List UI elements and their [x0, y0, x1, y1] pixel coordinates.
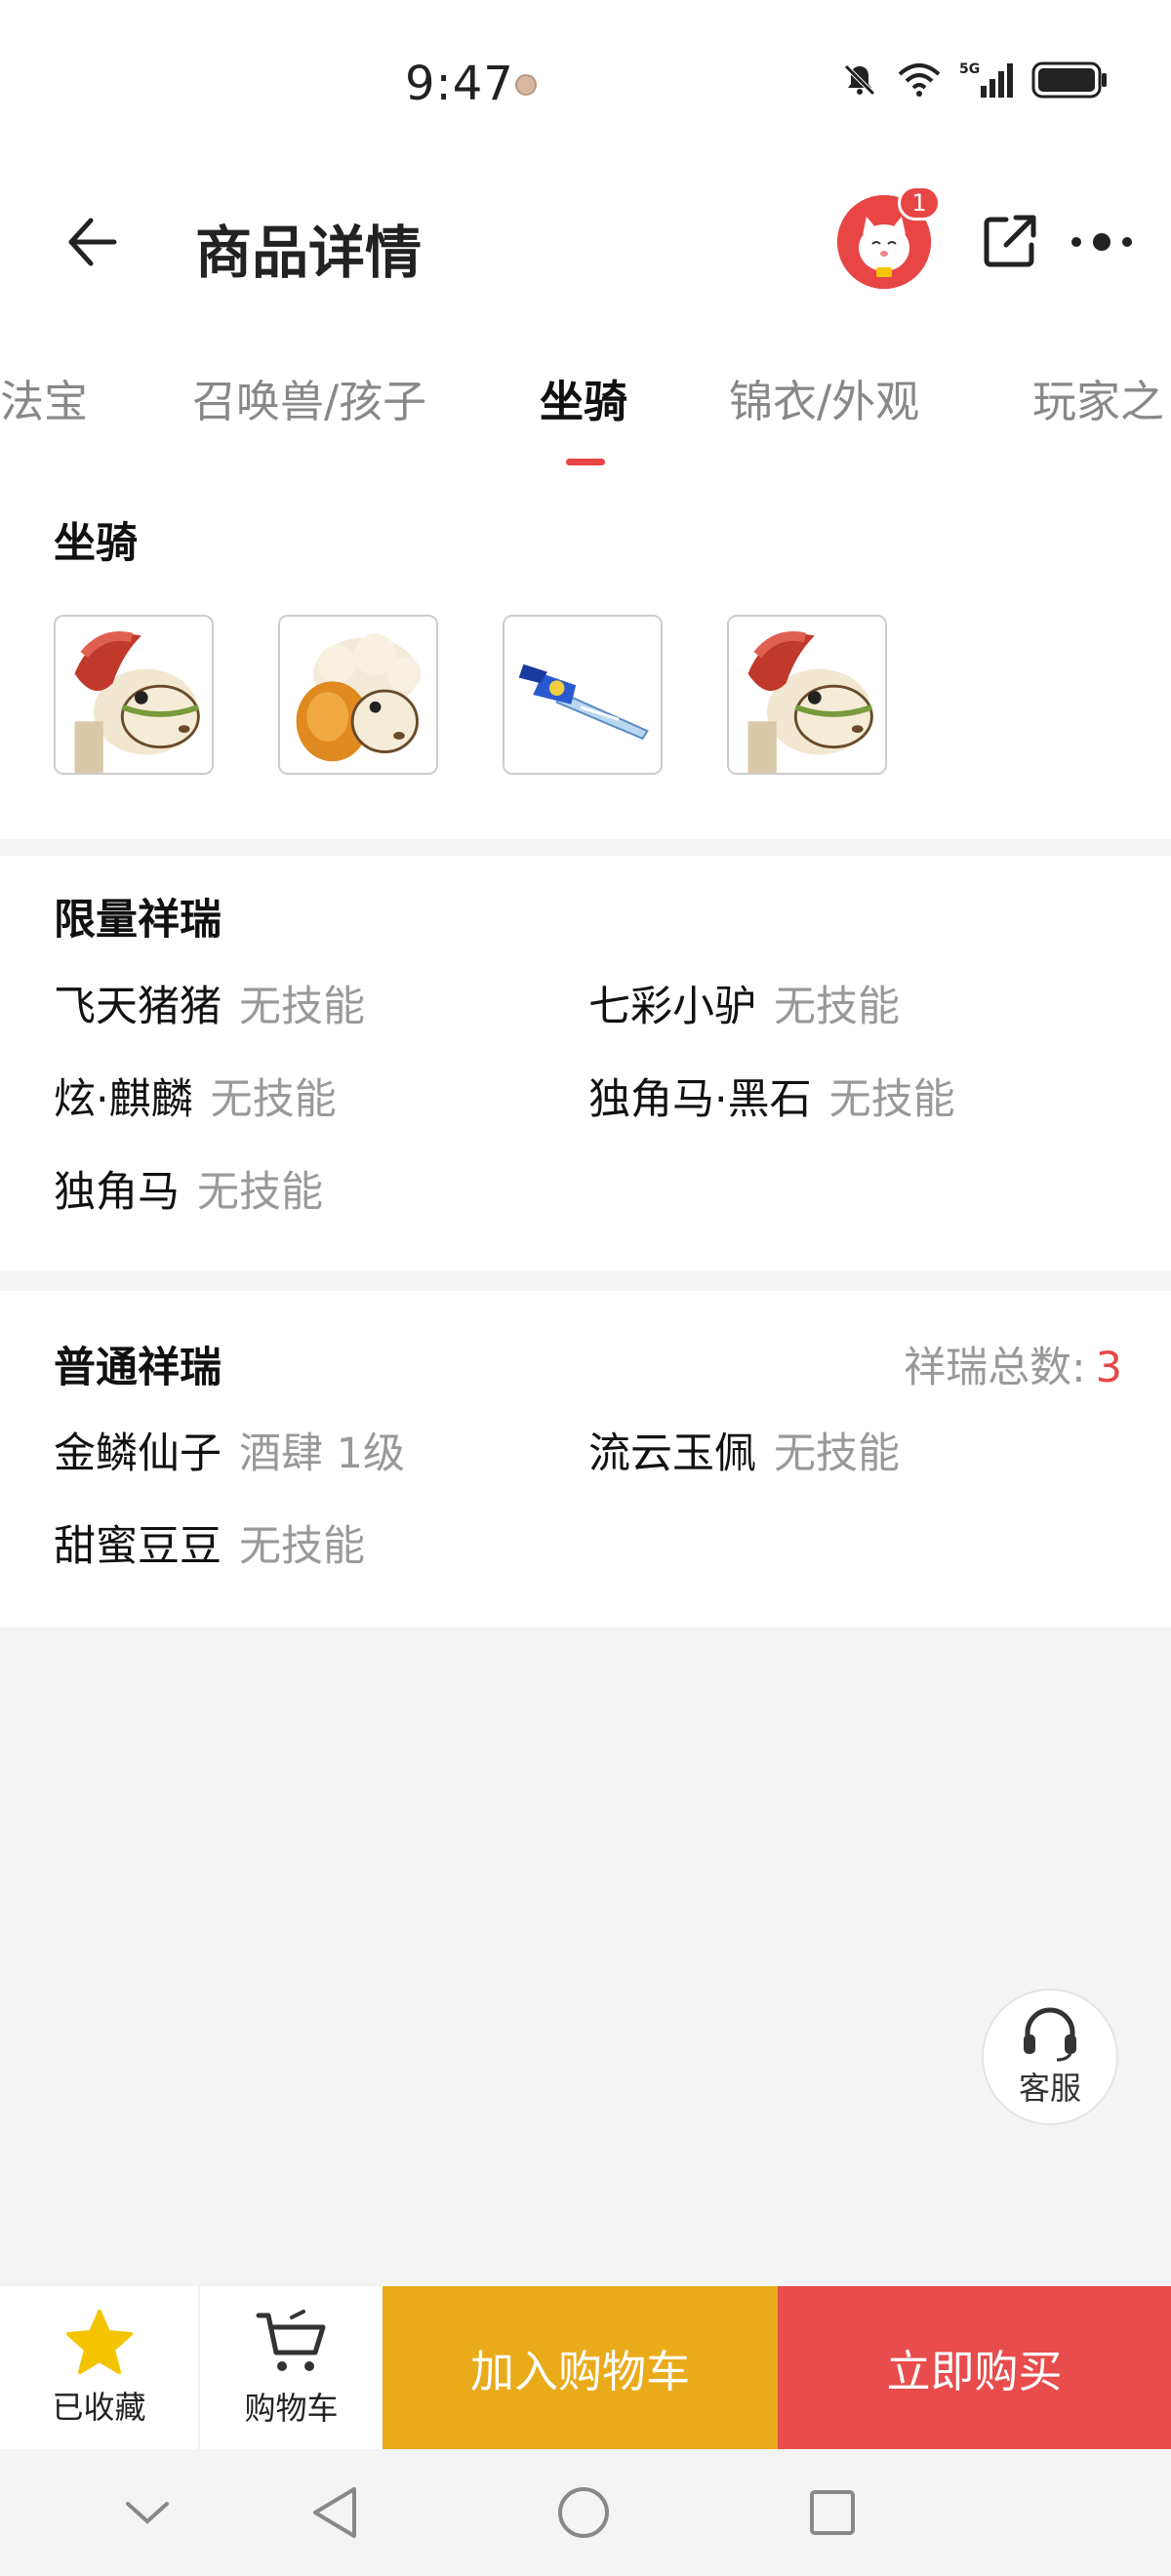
item-skill: 无技能 — [239, 1522, 365, 1571]
item-name: 流云玉佩 — [588, 1429, 756, 1478]
status-icons: 5G — [840, 60, 1108, 100]
mount-thumbnail[interactable] — [54, 615, 214, 775]
wifi-icon — [898, 63, 941, 97]
tab-mount[interactable]: 坐骑 — [540, 366, 627, 429]
normal-section-title: 普通祥瑞 — [54, 1344, 222, 1392]
list-item: 独角马 无技能 — [54, 1158, 323, 1219]
top-app-bar: 商品详情 1 — [0, 171, 1171, 312]
user-avatar[interactable]: 1 — [837, 185, 941, 289]
item-name: 七彩小驴 — [588, 983, 756, 1031]
category-tabs: 法宝 召唤兽/孩子 坐骑 锦衣/外观 玩家之 — [0, 312, 1171, 468]
horse-icon — [56, 617, 212, 773]
item-skill: 无技能 — [774, 983, 900, 1031]
nav-recents-button[interactable] — [800, 2480, 865, 2545]
star-icon — [65, 2309, 133, 2374]
cart-label: 购物车 — [244, 2389, 339, 2427]
item-name: 金鳞仙子 — [54, 1429, 222, 1478]
nav-home-button[interactable] — [551, 2480, 616, 2545]
status-time: 9:47 — [405, 57, 514, 111]
nav-collapse-button[interactable] — [115, 2480, 180, 2545]
list-item: 甜蜜豆豆 无技能 — [54, 1512, 365, 1573]
sword-icon — [505, 617, 661, 773]
customer-service-label: 客服 — [1018, 2070, 1081, 2107]
battery-icon — [1031, 61, 1107, 99]
tab-summon-child[interactable]: 召唤兽/孩子 — [192, 366, 426, 429]
list-item: 炫·麒麟 无技能 — [54, 1066, 337, 1126]
more-dot-icon — [1071, 237, 1081, 247]
shopping-cart-icon — [256, 2309, 325, 2371]
buy-now-button[interactable]: 立即购买 — [778, 2286, 1171, 2449]
share-icon — [984, 215, 1036, 267]
mount-thumbnail[interactable] — [503, 615, 663, 775]
mount-thumbnail[interactable] — [727, 615, 887, 775]
mute-bell-icon — [844, 64, 875, 96]
customer-service-button[interactable]: 客服 — [982, 1989, 1118, 2125]
active-tab-indicator — [566, 459, 605, 465]
horse-icon — [729, 617, 885, 773]
page-title: 商品详情 — [195, 220, 423, 286]
tab-player[interactable]: 玩家之 — [1032, 366, 1164, 429]
item-name: 飞天猪猪 — [54, 983, 222, 1031]
mount-section-title: 坐骑 — [54, 519, 138, 568]
tab-outfit[interactable]: 锦衣/外观 — [729, 366, 919, 429]
arrow-left-icon — [68, 218, 117, 266]
status-bar: 9:47 5G — [0, 0, 1171, 171]
more-button[interactable] — [1071, 224, 1140, 260]
mount-thumbnail[interactable] — [278, 615, 438, 775]
limited-section-title: 限量祥瑞 — [54, 896, 222, 945]
svg-text:5G: 5G — [959, 61, 980, 77]
item-skill: 无技能 — [210, 1075, 337, 1124]
favorite-button[interactable]: 已收藏 — [0, 2286, 198, 2449]
item-name: 炫·麒麟 — [54, 1075, 193, 1124]
item-skill: 酒肆 1级 — [239, 1429, 406, 1478]
tab-fabao[interactable]: 法宝 — [0, 366, 88, 429]
share-button[interactable] — [979, 210, 1041, 272]
notification-dot-icon — [515, 74, 537, 96]
total-count-label: 祥瑞总数: — [904, 1344, 1086, 1392]
signal-5g-icon: 5G — [959, 61, 1013, 98]
favorite-label: 已收藏 — [52, 2388, 146, 2426]
more-dot-icon — [1093, 233, 1110, 251]
bottom-action-bar: 已收藏 购物车 加入购物车 立即购买 — [0, 2286, 1171, 2449]
total-count-value: 3 — [1095, 1344, 1122, 1392]
item-skill: 无技能 — [774, 1429, 900, 1478]
list-item: 独角马·黑石 无技能 — [588, 1066, 955, 1126]
nav-back-button[interactable] — [303, 2480, 367, 2545]
item-name: 独角马 — [54, 1168, 180, 1217]
item-name: 甜蜜豆豆 — [54, 1522, 222, 1571]
system-navigation-bar — [0, 2449, 1171, 2576]
more-dot-icon — [1122, 237, 1132, 247]
chevron-down-icon — [126, 2502, 169, 2524]
back-button[interactable] — [57, 208, 125, 276]
square-recents-icon — [810, 2490, 855, 2535]
cart-button[interactable]: 购物车 — [200, 2286, 383, 2449]
sheep-icon — [280, 617, 436, 773]
total-count: 祥瑞总数: 3 — [904, 1334, 1122, 1394]
headset-icon — [1024, 2007, 1076, 2062]
item-skill: 无技能 — [239, 983, 365, 1031]
list-item: 金鳞仙子 酒肆 1级 — [54, 1420, 405, 1480]
triangle-back-icon — [313, 2487, 356, 2538]
circle-home-icon — [558, 2487, 609, 2538]
item-skill: 无技能 — [197, 1168, 323, 1217]
add-to-cart-button[interactable]: 加入购物车 — [383, 2286, 778, 2449]
notification-badge: 1 — [898, 185, 941, 221]
list-item: 飞天猪猪 无技能 — [54, 973, 365, 1033]
item-skill: 无技能 — [828, 1075, 955, 1124]
list-item: 流云玉佩 无技能 — [588, 1420, 900, 1480]
list-item: 七彩小驴 无技能 — [588, 973, 900, 1033]
item-name: 独角马·黑石 — [588, 1075, 812, 1124]
